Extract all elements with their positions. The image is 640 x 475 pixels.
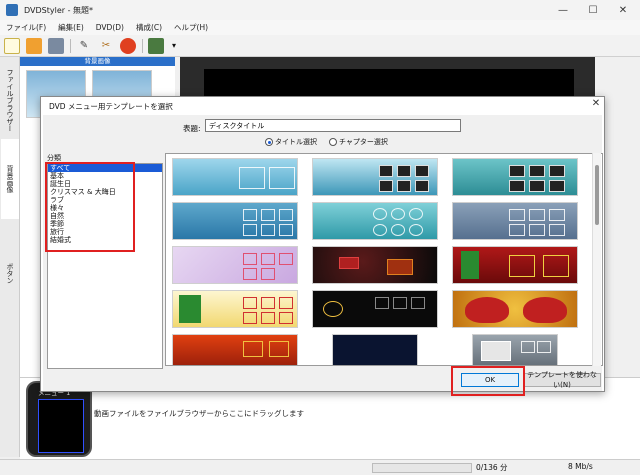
save-icon[interactable] (48, 37, 64, 54)
template-thumbnail[interactable] (172, 334, 298, 365)
template-thumbnail[interactable] (332, 334, 418, 365)
menu-help[interactable]: ヘルプ(H) (174, 22, 208, 33)
radio-title-select[interactable]: タイトル選択 (265, 137, 317, 147)
toolbar: ✎ ✂ ▾ (0, 35, 640, 57)
template-thumbnail[interactable] (452, 290, 578, 328)
radio-chapter-select[interactable]: チャプター選択 (329, 137, 388, 147)
status-size: 0/136 分 (476, 463, 508, 472)
menu-config[interactable]: 構成(C) (136, 22, 162, 33)
template-thumbnail[interactable] (312, 290, 438, 328)
close-icon[interactable]: ✕ (589, 98, 603, 112)
tab-buttons[interactable]: ボタン (1, 253, 19, 293)
title-label: 表題: (183, 124, 201, 133)
template-grid (165, 153, 603, 366)
drop-hint: 動画ファイルをファイルブラウザーからここにドラッグします (94, 409, 304, 418)
status-rate: 8 Mb/s (568, 462, 593, 471)
add-file-icon[interactable]: ✎ (76, 38, 92, 54)
category-highlight (45, 162, 135, 252)
template-thumbnail[interactable] (452, 246, 578, 284)
radio-title-select-label: タイトル選択 (275, 138, 317, 146)
chevron-down-icon[interactable]: ▾ (170, 38, 178, 54)
menu-thumbnail[interactable]: メニュー 1 (26, 381, 92, 457)
dialog-title: DVD メニュー用テンプレートを選択 (49, 102, 173, 111)
no-template-button[interactable]: テンプレートを使わない(N) (523, 371, 601, 389)
maximize-icon[interactable]: ☐ (578, 0, 608, 20)
radio-unselected-icon (329, 138, 337, 146)
new-file-icon[interactable] (4, 37, 20, 54)
menu-dvd[interactable]: DVD(D) (96, 23, 124, 32)
disc-usage-bar (372, 463, 472, 473)
burn-icon[interactable] (120, 37, 136, 54)
background-panel-header: 背景画像 (20, 57, 175, 66)
add-menu-icon[interactable] (148, 37, 164, 54)
side-tabs: ファイルブラウザー 背景画像 ボタン (0, 57, 20, 457)
template-thumbnail[interactable] (452, 202, 578, 240)
window-title: DVDStyler - 無題* (24, 5, 94, 15)
template-thumbnail[interactable] (172, 290, 298, 328)
toolbar-separator (70, 38, 71, 53)
dialog-body: 表題: タイトル選択 チャプター選択 分類 すべて基本誕生日クリスマス & 大晦… (43, 115, 603, 396)
radio-selected-icon (265, 138, 273, 146)
tab-backgrounds[interactable]: 背景画像 (1, 139, 19, 219)
open-folder-icon[interactable] (26, 37, 42, 54)
template-scrollbar[interactable] (592, 153, 601, 366)
menu-edit[interactable]: 編集(E) (58, 22, 84, 33)
toolbar-separator (142, 38, 143, 53)
template-thumbnail[interactable] (472, 334, 558, 365)
menu-file[interactable]: ファイル(F) (6, 22, 46, 33)
title-bar: DVDStyler - 無題* — ☐ ✕ (0, 0, 640, 20)
settings-icon[interactable]: ✂ (98, 38, 114, 54)
app-icon (6, 4, 18, 16)
minimize-icon[interactable]: — (548, 0, 578, 20)
template-thumbnail[interactable] (312, 246, 438, 284)
template-thumbnail[interactable] (172, 246, 298, 284)
tab-file-browser[interactable]: ファイルブラウザー (1, 65, 19, 135)
template-thumbnail[interactable] (172, 158, 298, 196)
radio-chapter-select-label: チャプター選択 (339, 138, 388, 146)
template-thumbnail[interactable] (172, 202, 298, 240)
template-thumbnail[interactable] (312, 158, 438, 196)
status-bar: 0/136 分 8 Mb/s (0, 459, 640, 475)
scrollbar-thumb[interactable] (595, 165, 599, 225)
title-input[interactable] (205, 119, 461, 132)
template-dialog: DVD メニュー用テンプレートを選択 ✕ 表題: タイトル選択 チャプター選択 … (40, 96, 605, 396)
close-icon[interactable]: ✕ (608, 0, 638, 20)
template-thumbnail[interactable] (312, 202, 438, 240)
menu-bar: ファイル(F) 編集(E) DVD(D) 構成(C) ヘルプ(H) (0, 20, 640, 35)
template-thumbnail[interactable] (452, 158, 578, 196)
menu-thumbnail-preview (38, 399, 84, 453)
ok-highlight (451, 366, 525, 396)
